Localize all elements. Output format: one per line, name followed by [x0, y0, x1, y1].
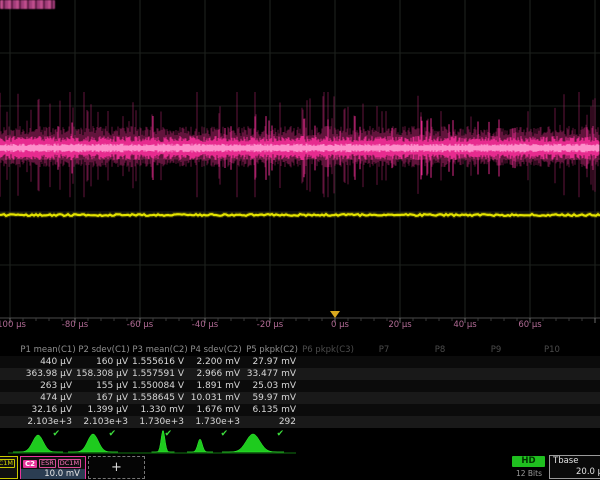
num-cell: 1.730e+3 [132, 416, 188, 428]
value-cell: 27.97 mV [244, 356, 300, 368]
status-check-icon: ✔ [20, 428, 76, 440]
max-cell: 167 µV [76, 392, 132, 404]
max-cell: 59.97 mV [244, 392, 300, 404]
sdev-cell: 1.399 µV [76, 404, 132, 416]
num-cell: 292 [244, 416, 300, 428]
oscilloscope-screen: -100 µs -80 µs -60 µs -40 µs -20 µs 0 µs… [0, 0, 600, 480]
measure-row-num: 2.103e+3 2.103e+3 1.730e+3 1.730e+3 292 [0, 416, 600, 428]
num-cell: 2.103e+3 [20, 416, 76, 428]
measure-header-p3[interactable]: P3 mean(C2) [132, 344, 188, 356]
c1-vertical-scale: 10.0 mV [0, 469, 17, 479]
c2-coupling-badge: DC1M [58, 459, 81, 468]
c2-vertical-scale: 10.0 mV [21, 469, 85, 479]
value-cell: 1.555616 V [132, 356, 188, 368]
status-check-icon: ✔ [188, 428, 244, 440]
c2-label: C2 [23, 460, 37, 468]
min-cell: 1.550084 V [132, 380, 188, 392]
value-cell: 2.200 mV [188, 356, 244, 368]
min-cell: 263 µV [20, 380, 76, 392]
measure-header-p6[interactable]: P6 pkpk(C3) [300, 344, 356, 356]
measure-row-status: ✔ ✔ ✔ ✔ ✔ [0, 428, 600, 440]
channel-c1-descriptor[interactable]: C1 DC1M 10.0 mV [0, 456, 18, 479]
min-cell: 1.891 mV [188, 380, 244, 392]
measure-header-p11[interactable]: P11 [580, 344, 600, 356]
axis-tick: -40 µs [192, 320, 218, 330]
status-check-icon: ✔ [132, 428, 188, 440]
timebase-label: Tbase [550, 456, 600, 467]
timebase-descriptor[interactable]: Tbase 20.0 µs/div [549, 455, 600, 479]
axis-tick: -100 µs [0, 320, 26, 330]
channel-c2-descriptor[interactable]: C2 ESR DC1M 10.0 mV [20, 456, 86, 479]
measure-header-row: P1 mean(C1) P2 sdev(C1) P3 mean(C2) P4 s… [0, 344, 600, 356]
sdev-cell: 1.676 mV [188, 404, 244, 416]
sdev-cell: 6.135 mV [244, 404, 300, 416]
measure-header-p2[interactable]: P2 sdev(C1) [76, 344, 132, 356]
measurement-table: P1 mean(C1) P2 sdev(C1) P3 mean(C2) P4 s… [0, 344, 600, 440]
c1-coupling-badge: DC1M [0, 459, 15, 468]
c2-esr-badge: ESR [39, 459, 56, 468]
sdev-cell: 32.16 µV [20, 404, 76, 416]
max-cell: 1.558645 V [132, 392, 188, 404]
measure-row-mean: 363.98 µV 158.308 µV 1.557591 V 2.966 mV… [0, 368, 600, 380]
measure-header-p1[interactable]: P1 mean(C1) [20, 344, 76, 356]
num-cell: 1.730e+3 [188, 416, 244, 428]
measure-header-p5[interactable]: P5 pkpk(C2) [244, 344, 300, 356]
mean-cell: 363.98 µV [20, 368, 76, 380]
measure-header-p7[interactable]: P7 [356, 344, 412, 356]
resolution-bits-label: 12 Bits [511, 469, 547, 478]
axis-tick: -60 µs [127, 320, 153, 330]
value-cell: 440 µV [20, 356, 76, 368]
max-cell: 10.031 mV [188, 392, 244, 404]
num-cell: 2.103e+3 [76, 416, 132, 428]
mean-cell: 158.308 µV [76, 368, 132, 380]
max-cell: 474 µV [20, 392, 76, 404]
mean-cell: 1.557591 V [132, 368, 188, 380]
measure-header-p4[interactable]: P4 sdev(C2) [188, 344, 244, 356]
plus-icon: + [111, 460, 122, 475]
measure-header-p10[interactable]: P10 [524, 344, 580, 356]
mean-cell: 2.966 mV [188, 368, 244, 380]
hd-mode-badge[interactable]: HD [512, 456, 545, 467]
axis-tick: 60 µs [518, 320, 541, 330]
value-cell: 160 µV [76, 356, 132, 368]
trigger-position-marker[interactable] [330, 311, 340, 318]
measure-header-p9[interactable]: P9 [468, 344, 524, 356]
measure-row-max: 474 µV 167 µV 1.558645 V 10.031 mV 59.97… [0, 392, 600, 404]
trace-label-badge [0, 0, 55, 9]
timebase-value: 20.0 µs/div [550, 467, 600, 478]
measure-row-min: 263 µV 155 µV 1.550084 V 1.891 mV 25.03 … [0, 380, 600, 392]
axis-tick: 0 µs [331, 320, 349, 330]
measure-row-sdev: 32.16 µV 1.399 µV 1.330 mV 1.676 mV 6.13… [0, 404, 600, 416]
axis-tick: -20 µs [257, 320, 283, 330]
sdev-cell: 1.330 mV [132, 404, 188, 416]
add-trace-button[interactable]: + [88, 456, 145, 479]
axis-tick: 40 µs [453, 320, 476, 330]
axis-tick: -80 µs [62, 320, 88, 330]
axis-tick: 20 µs [388, 320, 411, 330]
status-check-icon: ✔ [76, 428, 132, 440]
measure-row-value: 440 µV 160 µV 1.555616 V 2.200 mV 27.97 … [0, 356, 600, 368]
status-check-icon: ✔ [244, 428, 300, 440]
mean-cell: 33.477 mV [244, 368, 300, 380]
min-cell: 25.03 mV [244, 380, 300, 392]
min-cell: 155 µV [76, 380, 132, 392]
measure-header-p8[interactable]: P8 [412, 344, 468, 356]
